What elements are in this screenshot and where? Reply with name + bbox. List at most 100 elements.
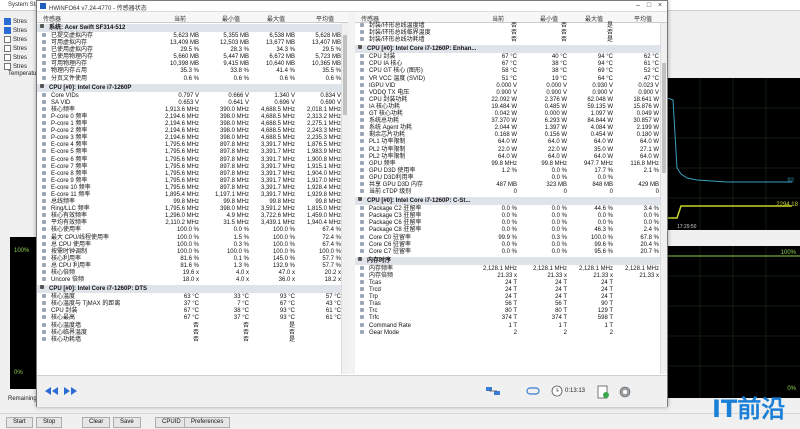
network-icon[interactable] — [485, 385, 501, 397]
sensor-row[interactable]: Core C6 驻留率 0.0 % 0.0 % 99.6 % 20.4 % — [355, 241, 667, 249]
checkbox-icon[interactable] — [4, 27, 11, 34]
sensor-row[interactable]: IA 核心功耗 19.484 W 0.485 W 59.135 W 15.876 W — [355, 103, 667, 111]
sensor-group-header[interactable]: 系统: Acer Swift SF314-512 — [37, 24, 348, 32]
col-min[interactable]: 最小值 — [222, 14, 240, 23]
col-min-r[interactable]: 最小值 — [540, 14, 558, 23]
sensor-row[interactable]: Core C0 驻留率 99.9 % 0.3 % 100.0 % 67.8 % — [355, 234, 667, 242]
sensor-row[interactable]: E-core 7 频率 1,795.6 MHz 897.8 MHz 3,391.7 M… — [37, 163, 348, 171]
scroll-thumb-left[interactable] — [343, 35, 347, 115]
sensor-row[interactable]: E-core 5 频率 1,795.6 MHz 897.8 MHz 3,391.7 M… — [37, 149, 348, 156]
checkbox-icon[interactable] — [4, 63, 11, 70]
sensor-row[interactable]: E-core 9 频率 1,795.6 MHz 897.8 MHz 3,391.7 M… — [37, 177, 348, 185]
col-current[interactable]: 当前 — [174, 14, 186, 23]
stop-button[interactable]: Stop — [36, 417, 63, 428]
sensor-row[interactable]: 平均有效频率 2,110.2 MHz 31.5 MHz 3,439.1 MHz 1,94… — [37, 220, 348, 227]
sensor-group-header[interactable]: CPU [#0]: Intel Core i7-1260P: DTS — [37, 285, 348, 294]
sensor-row[interactable]: 当前 cTDP 级别 0 0 0 0 — [355, 189, 667, 196]
sensor-row[interactable]: 物理内存占用 35.3 % 33.8 % 41.4 % 35.5 % — [37, 68, 348, 75]
sensor-row[interactable]: Package C8 驻留率 0.0 % 0.0 % 46.3 % 2.4 % — [355, 227, 667, 234]
sensor-row[interactable]: CPU GT 核心 (图形) 58 °C 38 °C 69 °C 52 °C — [355, 68, 667, 75]
checkbox-icon[interactable] — [4, 18, 11, 25]
sensor-row[interactable]: 核心临界温度 否 否 否 — [37, 329, 348, 337]
sensor-row[interactable]: 内存倍频 21.33 x 21.33 x 21.33 x 21.33 x — [355, 272, 667, 280]
sensor-row[interactable]: Trc 80 T 80 T 129 T — [355, 308, 667, 315]
sensor-row[interactable]: E-core 10 频率 1,795.6 MHz 897.8 MHz 3,391.7 … — [37, 184, 348, 192]
sensor-group-header[interactable]: CPU [#0]: Intel Core i7-1260P — [37, 83, 348, 92]
preferences-button[interactable]: Preferences — [184, 417, 231, 428]
cpuid-button[interactable]: CPUID — [155, 417, 188, 428]
sensor-group-header[interactable]: 内存时序 — [355, 256, 667, 265]
sensor-row[interactable]: Core C7 驻留率 0.0 % 0.0 % 95.6 % 20.7 % — [355, 248, 667, 256]
sensor-row[interactable]: GT 核心功耗 0.042 W 0.000 W 1.097 W 0.049 W — [355, 111, 667, 118]
sensor-row[interactable]: Trp 24 T 24 T 24 T — [355, 294, 667, 301]
sensor-row[interactable]: Core VIDs 0.797 V 0.666 V 1.340 V 0.834 V — [37, 92, 348, 100]
nav-right-icon[interactable] — [63, 385, 79, 397]
sensor-row[interactable]: 核心利用率 81.6 % 0.1 % 145.0 % 57.7 % — [37, 255, 348, 263]
checkbox-icon[interactable] — [4, 54, 11, 61]
sensor-row[interactable]: E-core 6 频率 1,795.6 MHz 897.8 MHz 3,391.7 M… — [37, 156, 348, 164]
sensor-row[interactable]: Uncore 倍频 18.0 x 4.0 x 36.0 x 18.2 x — [37, 277, 348, 284]
sensor-row[interactable]: SA VID 0.653 V 0.641 V 0.696 V 0.690 V — [37, 99, 348, 107]
close-icon[interactable]: × — [655, 2, 665, 10]
sensor-avg: 52 °C — [643, 68, 659, 75]
sensor-row[interactable]: 核心温度与 TjMAX 的距离 37 °C 7 °C 67 °C 43 °C — [37, 301, 348, 308]
sensor-row[interactable]: GPU 频率 99.8 MHz 99.8 MHz 947.7 MHz 116.8 MHz — [355, 160, 667, 168]
sensor-row[interactable]: 核心频率 1,913.6 MHz 390.0 MHz 4,688.5 MHz 2,018… — [37, 106, 348, 114]
start-button[interactable]: Start — [6, 417, 33, 428]
maximize-icon[interactable]: □ — [644, 2, 654, 10]
col-current-r[interactable]: 当前 — [492, 14, 504, 23]
sensor-group-header[interactable]: CPU [#0]: Intel Core i7-1260P: C-St... — [355, 197, 667, 206]
sensor-row[interactable]: IGPU VID 0.000 V 0.000 V 0.930 V 0.023 V — [355, 82, 667, 90]
sensor-row[interactable]: PL2 功率限制 64.0 W 64.0 W 64.0 W 64.0 W — [355, 153, 667, 161]
col-avg[interactable]: 平均值 — [316, 14, 334, 23]
link-icon[interactable] — [525, 385, 541, 397]
sensor-row[interactable]: PL1 功率限制 64.0 W 64.0 W 64.0 W 64.0 W — [355, 139, 667, 146]
sensor-row[interactable]: E-core 11 频率 1,895.4 MHz 1,197.1 MHz 3,391.… — [37, 191, 348, 199]
sensor-row[interactable]: 共享 GPU D3D 内存 487 MB 323 MB 848 MB 429 MB — [355, 181, 667, 189]
sensor-row[interactable]: CPU 封装功耗 22.092 W 2.376 W 62.048 W 18.641 W — [355, 96, 667, 104]
sensor-row[interactable]: 按需时钟调制 100.0 % 100.0 % 100.0 % 100.0 % — [37, 248, 348, 256]
col-max-r[interactable]: 最大值 — [585, 14, 603, 23]
sensor-row[interactable]: 总 CPU 利用率 81.6 % 1.3 % 132.9 % 57.7 % — [37, 262, 348, 270]
sensor-row[interactable]: 封装/环形总线功耗墙 否 否 是 — [355, 37, 667, 44]
sensor-row[interactable]: GPU D3D 使用率 1.2 % 0.0 % 17.7 % 2.1 % — [355, 167, 667, 175]
sensor-row[interactable]: E-core 8 频率 1,795.6 MHz 897.8 MHz 3,391.7 M… — [37, 170, 348, 178]
col-max[interactable]: 最大值 — [267, 14, 285, 23]
sensor-row[interactable]: Tras 56 T 56 T 90 T — [355, 301, 667, 308]
sensor-current: 1,795.6 MHz — [164, 163, 199, 170]
sensor-row[interactable]: P-core 0 频率 2,194.6 MHz 398.0 MHz 4,688.5 M… — [37, 113, 348, 121]
sensor-group-header[interactable]: CPU [#0]: Intel Core i7-1260P: Enhan... — [355, 45, 667, 54]
sensor-row[interactable]: 核心最高 67 °C 37 °C 93 °C 61 °C — [37, 315, 348, 322]
col-sensor[interactable]: 传感器 — [43, 14, 61, 23]
sensor-row[interactable]: VDDQ TX 电压 0.900 V 0.900 V 0.900 V 0.900 V — [355, 89, 667, 97]
scrollbar-right[interactable] — [660, 23, 667, 374]
clear-button[interactable]: Clear — [82, 417, 111, 428]
minimize-icon[interactable]: – — [633, 2, 643, 10]
scroll-thumb-right[interactable] — [662, 63, 666, 173]
sensor-row[interactable]: 最大 CPU/线程使用率 100.0 % 1.5 % 100.0 % 72.4 % — [37, 234, 348, 242]
sensor-row[interactable]: 核心使用率 100.0 % 0.0 % 100.0 % 67.4 % — [37, 227, 348, 234]
sensor-row[interactable]: Command Rate 1 T 1 T 1 T — [355, 322, 667, 330]
sensor-row[interactable]: 核心功耗墙 否 否 是 — [37, 336, 348, 344]
sensor-row[interactable]: GPU D3D利用率 0.0 % 0.0 % — [355, 174, 667, 182]
sensor-row[interactable]: 核心温度墙 否 否 是 — [37, 322, 348, 330]
scrollbar-left[interactable] — [341, 23, 348, 374]
sensor-row[interactable]: 内存频率 2,128.1 MHz 2,128.1 MHz 2,128.1 MHz 2,1… — [355, 265, 667, 273]
add-report-icon[interactable] — [595, 385, 611, 399]
sensor-row[interactable]: Trcd 24 T 24 T 24 T — [355, 287, 667, 294]
col-sensor-r[interactable]: 传感器 — [361, 14, 379, 23]
sensor-row[interactable]: Gear Mode 2 2 2 — [355, 329, 667, 337]
settings-icon[interactable] — [617, 385, 633, 398]
checkbox-icon[interactable] — [4, 36, 11, 43]
col-avg-r[interactable]: 平均值 — [634, 14, 652, 23]
sensor-row[interactable]: Trfc 374 T 374 T 598 T — [355, 315, 667, 322]
checkbox-icon[interactable] — [4, 45, 11, 52]
sensor-row[interactable]: 总 CPU 使用率 100.0 % 0.3 % 100.0 % 67.4 % — [37, 241, 348, 249]
nav-left-icon[interactable] — [43, 385, 59, 397]
sensor-row[interactable]: PL2 功率限制 22.0 W 22.0 W 35.0 W 27.1 W — [355, 146, 667, 154]
save-button[interactable]: Save — [113, 417, 141, 428]
sensor-row[interactable]: 分页文件使用 0.6 % 0.6 % 0.6 % 0.6 % — [37, 75, 348, 83]
sensor-row[interactable]: VR VCC 温度 (SVID) 51 °C 19 °C 64 °C 47 °C — [355, 75, 667, 83]
sensor-row[interactable]: Tcas 24 T 24 T 24 T — [355, 280, 667, 287]
sensor-row[interactable]: CPU 封装 67 °C 38 °C 93 °C 61 °C — [37, 308, 348, 315]
